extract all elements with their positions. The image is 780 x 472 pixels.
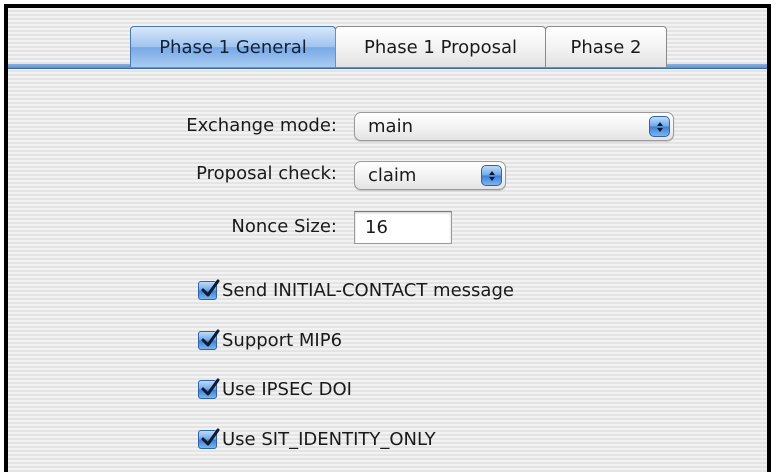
nonce-size-label: Nonce Size: xyxy=(231,216,337,237)
tab-phase-1-general[interactable]: Phase 1 General xyxy=(130,26,336,67)
tab-phase-2[interactable]: Phase 2 xyxy=(545,26,667,67)
settings-window: Phase 1 General Phase 1 Proposal Phase 2… xyxy=(4,4,771,472)
exchange-mode-popup[interactable]: main xyxy=(354,112,674,141)
exchange-mode-value: main xyxy=(368,116,413,137)
send-initial-contact-checkbox[interactable] xyxy=(198,279,220,300)
use-ipsec-doi-checkbox[interactable] xyxy=(198,378,220,399)
use-sit-identity-only-checkbox[interactable] xyxy=(198,428,220,449)
exchange-mode-label: Exchange mode: xyxy=(186,115,337,136)
use-ipsec-doi-label: Use IPSEC DOI xyxy=(222,379,352,400)
nonce-size-input[interactable] xyxy=(354,211,452,244)
tab-phase-1-proposal[interactable]: Phase 1 Proposal xyxy=(335,26,546,67)
checkmark-icon xyxy=(201,428,220,446)
up-down-arrows-icon xyxy=(649,116,670,137)
tab-content-panel: Exchange mode: main Proposal check: clai… xyxy=(8,72,767,472)
tab-group: Phase 1 General Phase 1 Proposal Phase 2 xyxy=(130,26,667,67)
checkmark-icon xyxy=(201,329,220,347)
use-sit-identity-only-label: Use SIT_IDENTITY_ONLY xyxy=(222,429,436,450)
proposal-check-label: Proposal check: xyxy=(196,163,337,184)
up-down-arrows-icon xyxy=(481,165,502,186)
proposal-check-popup[interactable]: claim xyxy=(354,161,506,190)
use-sit-identity-only-checkbox-row[interactable]: Use SIT_IDENTITY_ONLY xyxy=(198,428,436,450)
checkmark-icon xyxy=(201,279,220,297)
use-ipsec-doi-checkbox-row[interactable]: Use IPSEC DOI xyxy=(198,378,352,400)
checkmark-icon xyxy=(201,378,220,396)
proposal-check-value: claim xyxy=(368,165,417,186)
support-mip6-label: Support MIP6 xyxy=(222,330,343,351)
support-mip6-checkbox[interactable] xyxy=(198,329,220,350)
send-initial-contact-checkbox-row[interactable]: Send INITIAL-CONTACT message xyxy=(198,279,514,301)
send-initial-contact-label: Send INITIAL-CONTACT message xyxy=(222,280,514,301)
support-mip6-checkbox-row[interactable]: Support MIP6 xyxy=(198,329,343,351)
